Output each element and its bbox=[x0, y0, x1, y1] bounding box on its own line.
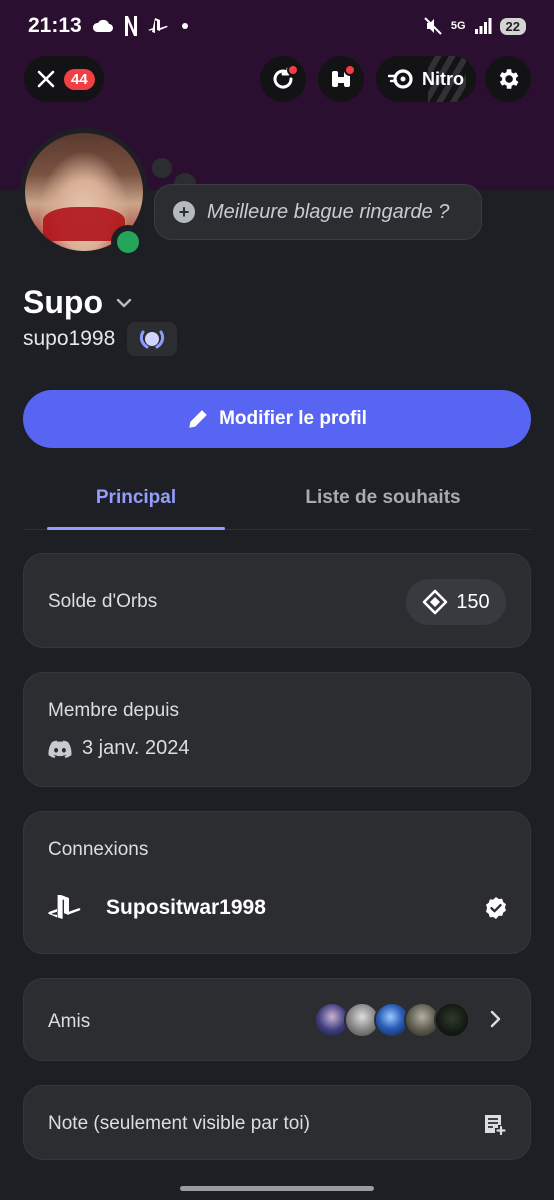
edit-profile-label: Modifier le profil bbox=[219, 408, 367, 429]
friend-avatars bbox=[314, 1002, 470, 1038]
gear-icon bbox=[499, 69, 519, 89]
friends-title: Amis bbox=[48, 1011, 91, 1032]
member-since-title: Membre depuis bbox=[48, 700, 179, 721]
network-type: 5G bbox=[450, 19, 466, 32]
username: supo1998 bbox=[23, 327, 116, 350]
close-icon bbox=[37, 70, 55, 88]
nitro-button[interactable]: Nitro bbox=[376, 56, 476, 102]
notification-dot bbox=[287, 64, 299, 76]
settings-button[interactable] bbox=[485, 56, 531, 102]
shop-button[interactable] bbox=[318, 56, 364, 102]
chevron-down-icon bbox=[116, 298, 132, 307]
pencil-icon bbox=[189, 410, 207, 428]
verified-icon bbox=[486, 897, 506, 919]
nitro-icon bbox=[388, 69, 413, 89]
playstation-icon bbox=[48, 895, 81, 919]
note-title: Note (seulement visible par toi) bbox=[48, 1113, 310, 1134]
custom-status-button[interactable]: + Meilleure blague ringarde ? bbox=[154, 184, 482, 240]
edit-profile-button[interactable]: Modifier le profil bbox=[23, 390, 531, 448]
status-more-dot bbox=[181, 23, 188, 29]
orbs-balance-card[interactable]: Solde d'Orbs 150 bbox=[23, 553, 531, 648]
add-note-icon bbox=[485, 1115, 506, 1136]
display-name-row[interactable]: Supo bbox=[23, 284, 133, 321]
notification-dot bbox=[344, 64, 356, 76]
nitro-boost-button[interactable] bbox=[260, 56, 306, 102]
mute-icon bbox=[424, 17, 442, 35]
home-indicator[interactable] bbox=[180, 1186, 374, 1191]
note-card[interactable]: Note (seulement visible par toi) bbox=[23, 1085, 531, 1160]
status-time: 21:13 bbox=[28, 14, 82, 37]
orb-icon bbox=[423, 589, 448, 615]
profile-badge[interactable] bbox=[127, 322, 178, 356]
discord-icon bbox=[48, 740, 72, 758]
tab-principal[interactable]: Principal bbox=[47, 468, 225, 530]
member-since-date: 3 janv. 2024 bbox=[82, 737, 190, 759]
orbs-balance-pill[interactable]: 150 bbox=[406, 579, 506, 625]
friends-card[interactable]: Amis bbox=[23, 978, 531, 1061]
connection-item[interactable]: Supositwar1998 bbox=[48, 890, 508, 926]
nitro-label: Nitro bbox=[422, 68, 464, 89]
battery-indicator: 22 bbox=[499, 17, 526, 35]
close-button[interactable]: 44 bbox=[24, 56, 104, 102]
chevron-right-icon bbox=[490, 1010, 501, 1028]
username-row: supo1998 bbox=[23, 322, 178, 356]
online-status-indicator bbox=[111, 225, 145, 259]
friend-avatar bbox=[434, 1002, 470, 1038]
status-bar: 21:13 5G 22 bbox=[0, 0, 554, 52]
add-icon: + bbox=[173, 201, 195, 223]
tab-wishlist[interactable]: Liste de souhaits bbox=[285, 468, 481, 528]
thought-bubble-dot bbox=[152, 158, 172, 178]
connections-card: Connexions Supositwar1998 bbox=[23, 811, 531, 954]
cloud-icon bbox=[92, 19, 113, 32]
connection-name: Supositwar1998 bbox=[106, 896, 266, 919]
member-since-card: Membre depuis 3 janv. 2024 bbox=[23, 672, 531, 787]
laurel-badge-icon bbox=[140, 330, 165, 349]
orbs-title: Solde d'Orbs bbox=[48, 591, 158, 612]
connections-title: Connexions bbox=[48, 839, 149, 860]
display-name: Supo bbox=[23, 284, 103, 320]
custom-status-placeholder: Meilleure blague ringarde ? bbox=[207, 200, 450, 223]
netflix-icon bbox=[124, 16, 137, 36]
notification-badge: 44 bbox=[64, 68, 95, 90]
signal-icon bbox=[474, 18, 492, 34]
orbs-balance: 150 bbox=[456, 590, 490, 613]
profile-tabs: Principal Liste de souhaits bbox=[23, 468, 531, 530]
playstation-status-icon bbox=[147, 18, 168, 33]
member-since-row: 3 janv. 2024 bbox=[48, 737, 190, 760]
